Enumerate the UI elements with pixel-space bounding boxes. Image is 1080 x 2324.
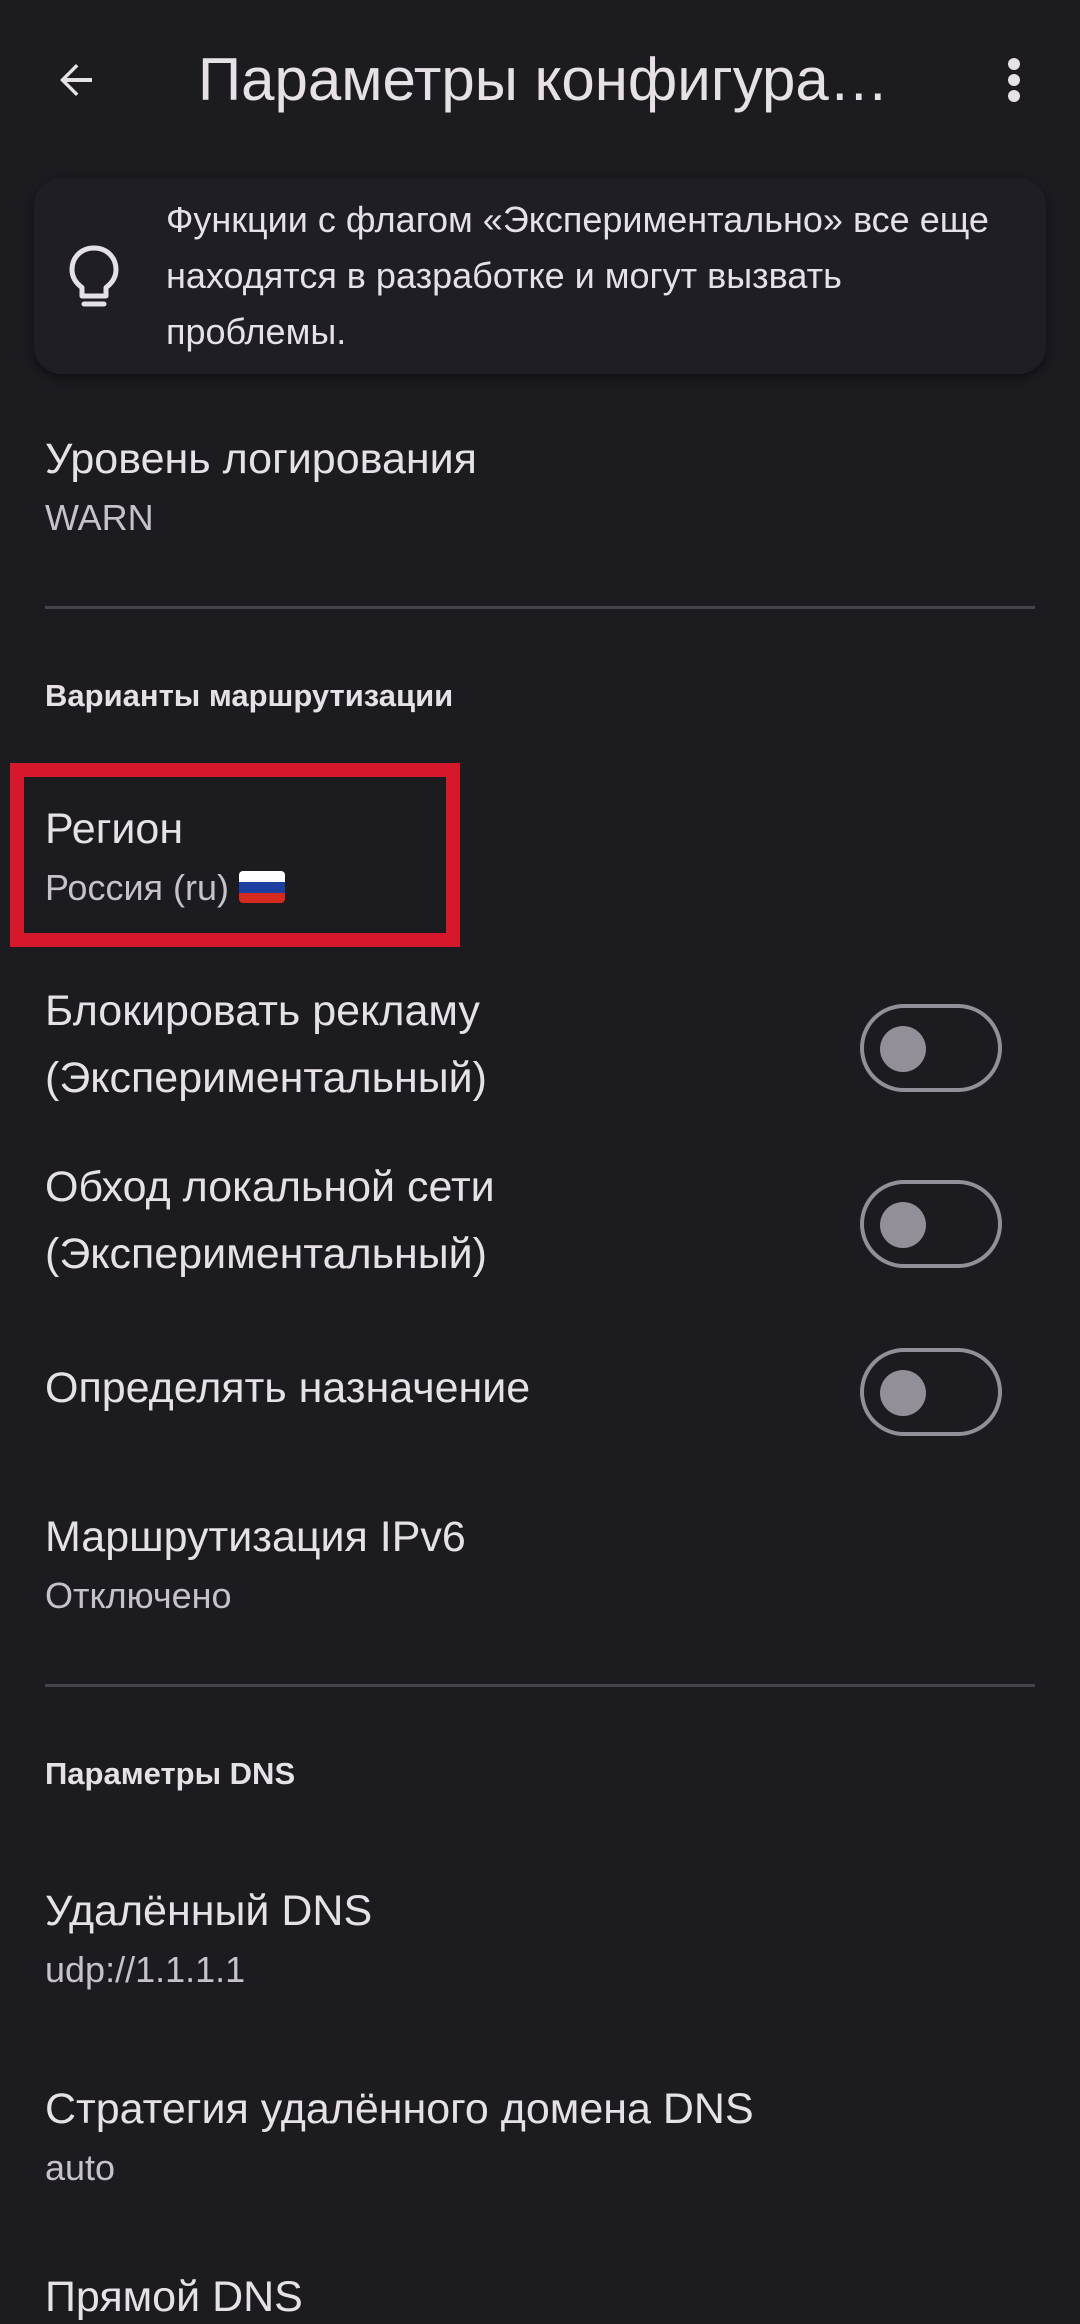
log-level-item[interactable]: Уровень логирования WARN [0,420,1080,570]
block-ads-title-line1: Блокировать рекламу [45,987,480,1035]
switch-thumb [880,1370,926,1416]
switch-thumb [880,1026,926,1072]
direct-dns-title: Прямой DNS [45,2273,303,2321]
experimental-info-text: Функции с флагом «Экспериментально» все … [166,199,989,352]
ipv6-routing-title: Маршрутизация IPv6 [45,1513,466,1561]
sniff-switch[interactable] [860,1348,1002,1436]
ipv6-routing-item[interactable]: Маршрутизация IPv6 Отключено [0,1498,1080,1638]
remote-dns-title: Удалённый DNS [45,1887,373,1935]
back-button[interactable] [36,40,116,120]
routing-section-header: Варианты маршрутизации [45,678,454,713]
arrow-back-icon [60,64,92,96]
more-vert-icon [1008,58,1020,102]
ipv6-routing-value: Отключено [45,1575,232,1616]
remote-dns-strategy-value: auto [45,2147,116,2188]
lightbulb-icon [69,245,119,307]
remote-dns-value: udp://1.1.1.1 [45,1949,246,1990]
region-highlight-box [10,763,460,947]
block-ads-switch[interactable] [860,1004,1002,1092]
top-app-bar: Параметры конфигура… [0,0,1080,160]
switch-thumb [880,1202,926,1248]
block-ads-item[interactable]: Блокировать рекламу (Экспериментальный) [0,980,1080,1120]
dns-section-header: Параметры DNS [45,1756,296,1791]
page-title: Параметры конфигура… [198,46,889,113]
divider [45,1684,1035,1687]
bypass-lan-item[interactable]: Обход локальной сети (Экспериментальный) [0,1156,1080,1296]
experimental-info-card: Функции с флагом «Экспериментально» все … [34,178,1046,374]
log-level-value: WARN [45,497,154,538]
sniff-title: Определять назначение [45,1364,531,1412]
remote-dns-strategy-title: Стратегия удалённого домена DNS [45,2085,754,2133]
more-options-button[interactable] [974,40,1054,120]
remote-dns-strategy-item[interactable]: Стратегия удалённого домена DNS auto [0,2070,1080,2210]
direct-dns-item[interactable]: Прямой DNS [0,2258,1080,2324]
bypass-lan-title-line1: Обход локальной сети [45,1163,495,1211]
sniff-item[interactable]: Определять назначение [0,1344,1080,1444]
log-level-title: Уровень логирования [45,435,477,483]
block-ads-title-line2: (Экспериментальный) [45,1054,487,1102]
remote-dns-item[interactable]: Удалённый DNS udp://1.1.1.1 [0,1872,1080,2012]
bypass-lan-switch[interactable] [860,1180,1002,1268]
divider [45,606,1035,609]
bypass-lan-title-line2: (Экспериментальный) [45,1230,487,1278]
